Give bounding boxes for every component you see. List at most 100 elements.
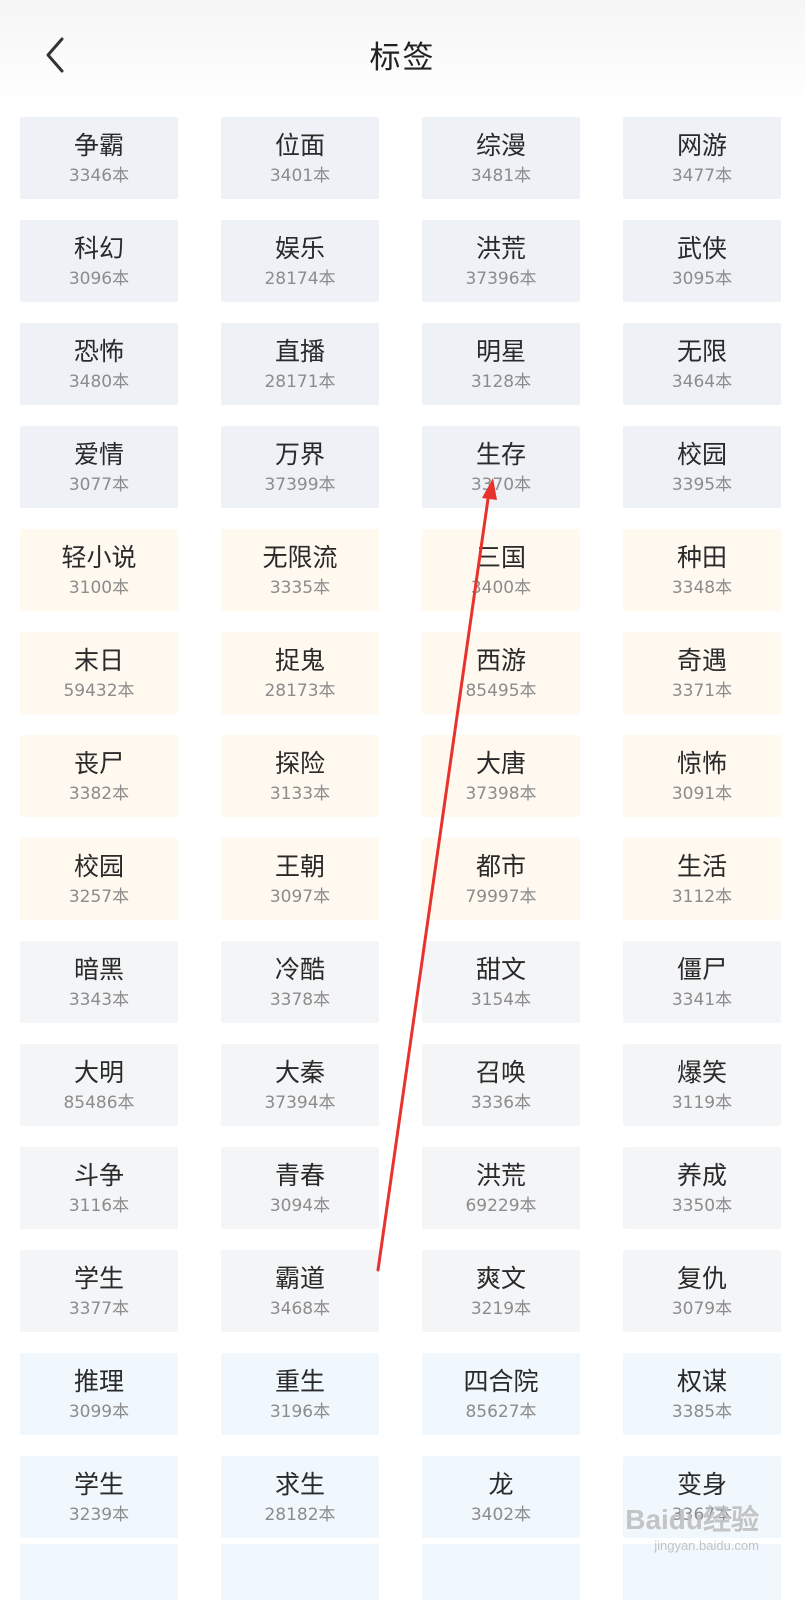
tag-item[interactable]: 龙 3402本 [422,1456,580,1538]
tag-item[interactable]: 爽文 3219本 [422,1250,580,1332]
tag-count: 3239本 [68,1505,130,1525]
tag-item[interactable]: 洪荒 37396本 [422,220,580,302]
tag-name: 爽文 [475,1264,526,1293]
tag-item[interactable]: 明星 3128本 [422,323,580,405]
tag-name: 爱情 [73,440,124,469]
tag-name: 求生 [274,1470,325,1499]
tag-name: 西游 [475,646,526,675]
tag-item[interactable]: 三国 3400本 [422,529,580,611]
tag-item[interactable]: 轻小说 3100本 [20,529,178,611]
tag-item[interactable]: 爆笑 3119本 [623,1044,781,1126]
tag-item[interactable]: 学生 3377本 [20,1250,178,1332]
tag-name: 变身 [676,1470,727,1499]
tag-name: 霸道 [274,1264,325,1293]
tag-item[interactable]: 大唐 37398本 [422,735,580,817]
watermark-site: jingyan.baidu.com [654,1538,759,1553]
tag-name: 网游 [676,131,727,160]
tag-name: 末日 [73,646,124,675]
tag-item[interactable]: 争霸 3346本 [20,117,178,199]
tag-count: 3154本 [470,990,532,1010]
tag-item[interactable]: 甜文 3154本 [422,941,580,1023]
tag-item[interactable]: 校园 3257本 [20,838,178,920]
tag-name: 奇遇 [676,646,727,675]
tag-count: 3370本 [470,475,532,495]
tag-count: 37399本 [264,475,336,495]
tag-item[interactable]: 洪荒 69229本 [422,1147,580,1229]
tag-item[interactable]: 位面 3401本 [221,117,379,199]
tag-count: 3371本 [671,681,733,701]
tag-item[interactable]: 捉鬼 28173本 [221,632,379,714]
tag-name: 权谋 [676,1367,727,1396]
tag-item[interactable]: 奇遇 3371本 [623,632,781,714]
tag-item[interactable]: 养成 3350本 [623,1147,781,1229]
tag-count: 3346本 [68,166,130,186]
tag-item[interactable]: 冷酷 3378本 [221,941,379,1023]
tag-item[interactable]: 斗争 3116本 [20,1147,178,1229]
tag-name: 四合院 [463,1367,539,1396]
tag-name: 无限 [676,337,727,366]
tag-item[interactable]: 僵尸 3341本 [623,941,781,1023]
tag-name: 爆笑 [676,1058,727,1087]
tag-item[interactable]: 生存 3370本 [422,426,580,508]
tag-name: 召唤 [475,1058,526,1087]
tag-item[interactable]: 直播 28171本 [221,323,379,405]
tag-item[interactable]: 娱乐 28174本 [221,220,379,302]
tag-count: 85627本 [465,1402,537,1422]
tag-count: 3377本 [68,1299,130,1319]
tag-item[interactable]: 末日 59432本 [20,632,178,714]
tag-item[interactable]: 重生 3196本 [221,1353,379,1435]
tag-item[interactable]: 无限 3464本 [623,323,781,405]
tag-item[interactable]: 生活 3112本 [623,838,781,920]
tag-name: 青春 [274,1161,325,1190]
tag-item[interactable]: 权谋 3385本 [623,1353,781,1435]
tag-count: 85495本 [465,681,537,701]
tag-name: 丧尸 [73,749,124,778]
tag-item[interactable]: 都市 79997本 [422,838,580,920]
tag-item[interactable]: 复仇 3079本 [623,1250,781,1332]
tag-item[interactable]: 大明 85486本 [20,1044,178,1126]
tag-name: 恐怖 [73,337,124,366]
tag-count: 3097本 [269,887,331,907]
tag-item[interactable]: 学生 3239本 [20,1456,178,1538]
tag-item[interactable]: 召唤 3336本 [422,1044,580,1126]
tag-item[interactable]: 四合院 85627本 [422,1353,580,1435]
tag-item[interactable]: 王朝 3097本 [221,838,379,920]
tag-count: 3091本 [671,784,733,804]
tag-item[interactable]: 霸道 3468本 [221,1250,379,1332]
tag-item[interactable]: 科幻 3096本 [20,220,178,302]
tag-count: 85486本 [63,1093,135,1113]
tag-item[interactable]: 大秦 37394本 [221,1044,379,1126]
tag-name: 斗争 [73,1161,124,1190]
tag-grid: 争霸 3346本 位面 3401本 综漫 3481本 网游 3477本科幻 3096本 娱乐 281… [20,117,787,1538]
tag-count: 3096本 [68,269,130,289]
tag-item[interactable]: 无限流 3335本 [221,529,379,611]
tag-name: 校园 [676,440,727,469]
tag-item[interactable]: 种田 3348本 [623,529,781,611]
tag-item[interactable]: 青春 3094本 [221,1147,379,1229]
tag-name: 科幻 [73,234,124,263]
tag-item[interactable]: 恐怖 3480本 [20,323,178,405]
tag-item[interactable]: 万界 37399本 [221,426,379,508]
page-title: 标签 [369,40,436,76]
tag-count: 3477本 [671,166,733,186]
tag-item[interactable]: 爱情 3077本 [20,426,178,508]
watermark-logo: Baidu经验 [625,1504,759,1535]
tag-name: 位面 [274,131,325,160]
tag-item[interactable]: 探险 3133本 [221,735,379,817]
tag-name: 轻小说 [61,543,137,572]
tag-item[interactable]: 推理 3099本 [20,1353,178,1435]
tag-item[interactable]: 惊怖 3091本 [623,735,781,817]
tag-item[interactable]: 暗黑 3343本 [20,941,178,1023]
tag-item[interactable]: 西游 85495本 [422,632,580,714]
tag-item[interactable]: 校园 3395本 [623,426,781,508]
tag-item[interactable]: 求生 28182本 [221,1456,379,1538]
tag-count: 3095本 [671,269,733,289]
tag-item[interactable]: 武侠 3095本 [623,220,781,302]
tag-item[interactable]: 网游 3477本 [623,117,781,199]
tag-item[interactable]: 丧尸 3382本 [20,735,178,817]
tag-count: 3468本 [269,1299,331,1319]
tag-count: 3402本 [470,1505,532,1525]
tag-name: 僵尸 [676,955,727,984]
tag-item[interactable]: 综漫 3481本 [422,117,580,199]
partial-cell [221,1544,379,1600]
